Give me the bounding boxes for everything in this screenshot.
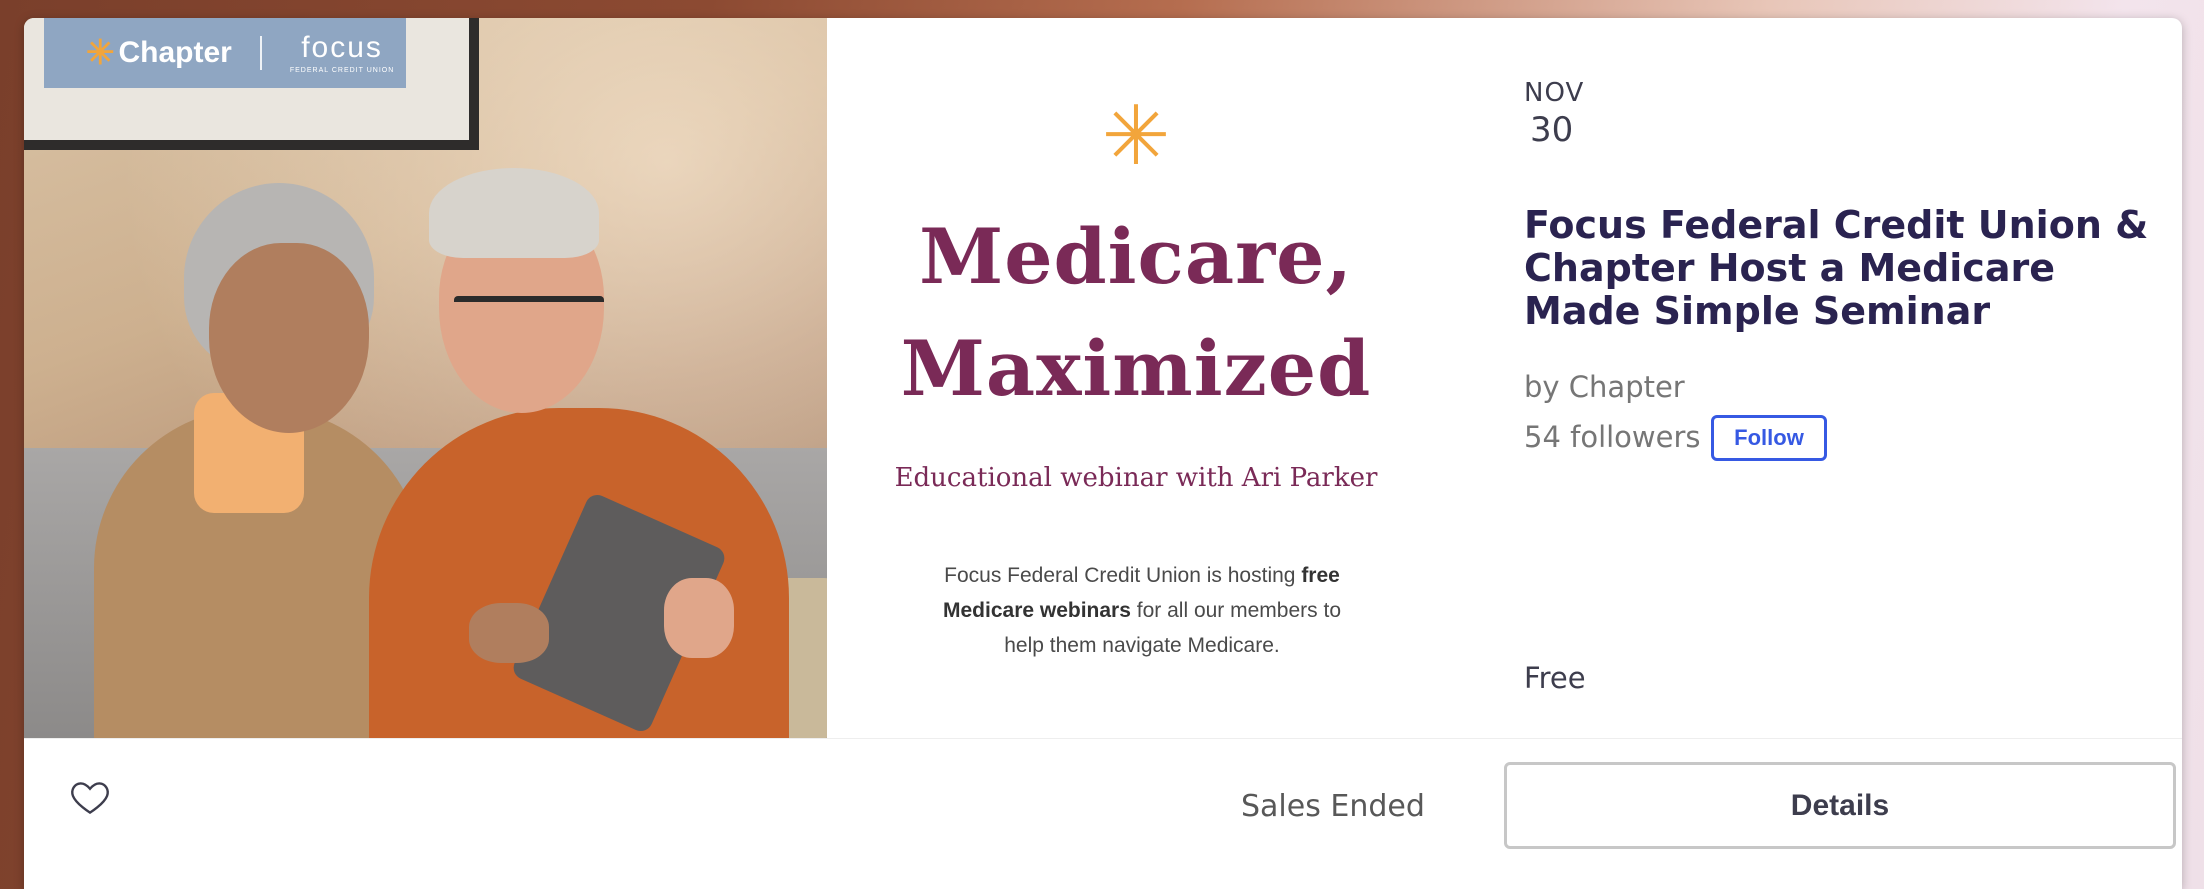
- event-title[interactable]: Focus Federal Credit Union & Chapter Hos…: [1524, 204, 2154, 333]
- event-price: Free: [1524, 661, 1586, 695]
- promo-description: Focus Federal Credit Union is hosting fr…: [943, 564, 1341, 657]
- focus-logo: focus FEDERAL CREDIT UNION: [289, 30, 395, 74]
- hand: [664, 578, 734, 658]
- promo-title-line: Medicare,: [919, 212, 1353, 301]
- follow-button[interactable]: Follow: [1711, 415, 1827, 461]
- event-banner-image[interactable]: ✳ Chapter focus FEDERAL CREDIT UNION ✳ M…: [24, 18, 1445, 738]
- organizer-name[interactable]: by Chapter: [1524, 370, 1685, 404]
- man-hair: [429, 168, 599, 258]
- event-day: 30: [1530, 110, 1574, 150]
- heart-icon[interactable]: [68, 775, 112, 819]
- chapter-logo: ✳ Chapter: [86, 34, 232, 72]
- glasses: [454, 296, 604, 342]
- brand-logos: ✳ Chapter focus FEDERAL CREDIT UNION: [44, 18, 406, 88]
- promo-title: Medicare, Maximized: [827, 201, 1445, 425]
- chapter-star-icon: ✳: [86, 34, 115, 72]
- sales-status: Sales Ended: [1241, 789, 1425, 824]
- logo-divider: [259, 36, 262, 70]
- hand: [469, 603, 549, 663]
- event-month: NOV: [1524, 78, 1585, 108]
- event-card[interactable]: ✳ Chapter focus FEDERAL CREDIT UNION ✳ M…: [24, 18, 2182, 889]
- event-info: NOV 30 Focus Federal Credit Union & Chap…: [1524, 18, 2164, 738]
- card-footer: Sales Ended Details: [24, 738, 2182, 889]
- followers-count: 54 followers: [1524, 420, 1701, 454]
- starburst-icon: ✳: [1101, 89, 1171, 184]
- woman-face: [209, 243, 369, 433]
- promo-subtitle: Educational webinar with Ari Parker: [894, 463, 1378, 493]
- promo-title-line: Maximized: [900, 324, 1372, 413]
- promo-panel: ✳ Medicare, Maximized Educational webina…: [827, 18, 1445, 738]
- details-button[interactable]: Details: [1504, 762, 2176, 849]
- couple-photo: ✳ Chapter focus FEDERAL CREDIT UNION: [24, 18, 827, 738]
